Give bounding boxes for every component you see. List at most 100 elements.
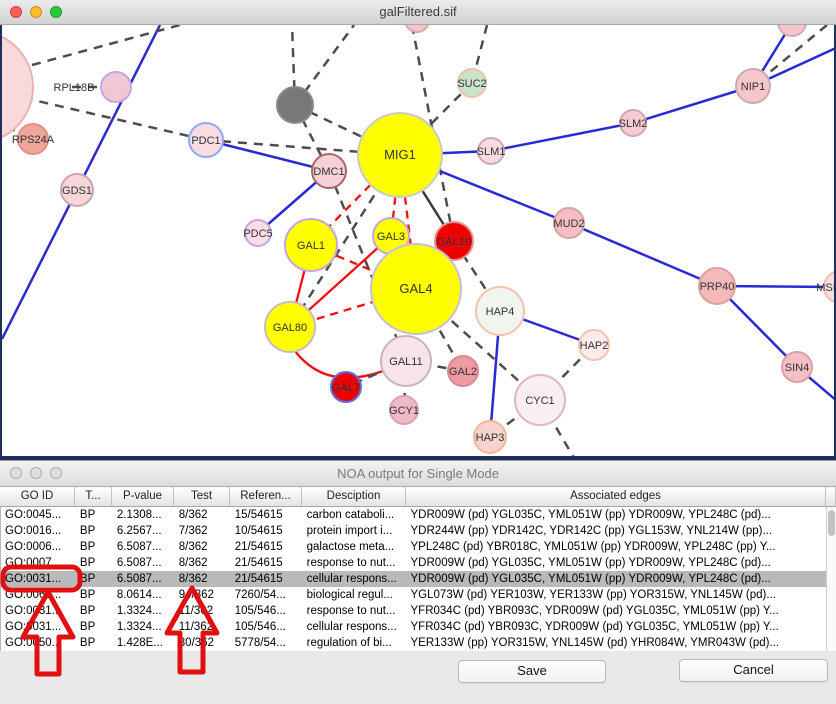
table-cell[interactable]: GO:0006... <box>1 539 76 555</box>
network-window-title: galFiltered.sif <box>0 4 836 19</box>
column-header-t[interactable]: T... <box>75 487 112 506</box>
table-cell[interactable]: galactose meta... <box>303 539 407 555</box>
table-row[interactable]: GO:0031...BP6.5087...8/36221/54615cellul… <box>1 571 826 587</box>
table-cell[interactable]: BP <box>76 571 113 587</box>
table-row[interactable]: GO:0006...BP6.5087...8/36221/54615galact… <box>1 539 826 555</box>
table-cell[interactable]: 105/546... <box>231 603 303 619</box>
scrollbar-thumb[interactable] <box>828 510 835 536</box>
node-label-prp40: PRP40 <box>700 281 735 293</box>
column-header-referen[interactable]: Referen... <box>230 487 302 506</box>
table-cell[interactable]: 80/362 <box>175 635 231 651</box>
table-cell[interactable]: 1.428E... <box>113 635 175 651</box>
table-cell[interactable]: 11/362 <box>175 619 231 635</box>
table-cell[interactable]: 7260/54... <box>231 587 303 603</box>
table-cell[interactable]: 105/546... <box>231 619 303 635</box>
table-cell[interactable]: GO:0007... <box>1 555 76 571</box>
table-cell[interactable]: BP <box>76 555 113 571</box>
table-cell[interactable]: 94/362 <box>175 587 231 603</box>
table-cell[interactable]: 11/362 <box>175 603 231 619</box>
table-row[interactable]: GO:0016...BP6.2567...7/36210/54615protei… <box>1 523 826 539</box>
table-cell[interactable]: response to nut... <box>303 603 407 619</box>
table-row[interactable]: GO:0065...BP8.0614...94/3627260/54...bio… <box>1 587 826 603</box>
table-cell[interactable]: GO:0065... <box>1 587 76 603</box>
table-cell[interactable]: 8/362 <box>175 555 231 571</box>
table-cell[interactable]: 8.0614... <box>113 587 175 603</box>
table-cell[interactable]: 1.3324... <box>113 619 175 635</box>
table-cell[interactable]: YDR244W (pp) YDR142C, YDR142C (pp) YGL15… <box>407 523 826 539</box>
table-row[interactable]: GO:0031...BP1.3324...11/362105/546...cel… <box>1 619 826 635</box>
network-node[interactable] <box>405 25 429 32</box>
column-header-go-id[interactable]: GO ID <box>0 487 75 506</box>
table-cell[interactable]: 5778/54... <box>231 635 303 651</box>
table-cell[interactable]: response to nut... <box>303 555 407 571</box>
table-cell[interactable]: 21/54615 <box>231 539 303 555</box>
table-cell[interactable]: GO:0031... <box>1 603 76 619</box>
table-cell[interactable]: YFR034C (pd) YBR093C, YDR009W (pd) YGL03… <box>407 619 826 635</box>
table-cell[interactable]: GO:0031... <box>1 571 76 587</box>
table-row[interactable]: GO:0050...BP1.428E...80/3625778/54...reg… <box>1 635 826 651</box>
table-row[interactable]: GO:0045...BP2.1308...8/36215/54615carbon… <box>1 507 826 523</box>
table-cell[interactable]: YDR009W (pd) YGL035C, YML051W (pp) YDR00… <box>407 555 826 571</box>
table-cell[interactable]: protein import i... <box>303 523 407 539</box>
table-cell[interactable]: GO:0045... <box>1 507 76 523</box>
table-cell[interactable]: GO:0031... <box>1 619 76 635</box>
table-cell[interactable]: YFR034C (pd) YBR093C, YDR009W (pd) YGL03… <box>407 603 826 619</box>
table-cell[interactable]: 6.5087... <box>113 571 175 587</box>
network-node[interactable] <box>277 87 313 123</box>
table-cell[interactable]: YER133W (pp) YOR315W, YNL145W (pd) YHR08… <box>407 635 826 651</box>
table-cell[interactable]: GO:0016... <box>1 523 76 539</box>
network-window: galFiltered.sif RPL18BRPS24AGDS1PDC1DMC1… <box>0 0 836 460</box>
save-button[interactable]: Save <box>458 660 606 683</box>
table-cell[interactable]: 6.2567... <box>113 523 175 539</box>
column-header-associated-edges[interactable]: Associated edges <box>406 487 826 506</box>
table-cell[interactable]: cellular respons... <box>303 619 407 635</box>
table-cell[interactable]: BP <box>76 587 113 603</box>
network-node[interactable] <box>778 25 806 36</box>
table-cell[interactable]: 1.3324... <box>113 603 175 619</box>
table-cell[interactable]: 15/54615 <box>231 507 303 523</box>
table-row[interactable]: GO:0007...BP6.5087...8/36221/54615respon… <box>1 555 826 571</box>
table-cell[interactable]: BP <box>76 603 113 619</box>
table-row[interactable]: GO:0031...BP1.3324...11/362105/546...res… <box>1 603 826 619</box>
table-cell[interactable]: YGL073W (pd) YER103W, YER133W (pp) YOR31… <box>407 587 826 603</box>
table-cell[interactable]: BP <box>76 507 113 523</box>
table-cell[interactable]: 21/54615 <box>231 555 303 571</box>
cancel-button[interactable]: Cancel <box>679 659 828 682</box>
column-header-p-value[interactable]: P-value <box>112 487 174 506</box>
node-label-hap3: HAP3 <box>476 432 505 444</box>
table-cell[interactable]: carbon cataboli... <box>303 507 407 523</box>
table-cell[interactable]: regulation of bi... <box>303 635 407 651</box>
vertical-scrollbar[interactable] <box>826 507 836 651</box>
noa-window-titlebar[interactable]: NOA output for Single Mode <box>0 461 836 487</box>
table-cell[interactable]: 8/362 <box>175 507 231 523</box>
table-cell[interactable]: 6.5087... <box>113 555 175 571</box>
table-cell[interactable]: GO:0050... <box>1 635 76 651</box>
table-cell[interactable]: BP <box>76 619 113 635</box>
node-label-gds1: GDS1 <box>62 185 92 197</box>
table-cell[interactable]: 2.1308... <box>113 507 175 523</box>
table-cell[interactable]: YDR009W (pd) YGL035C, YML051W (pp) YDR00… <box>407 571 826 587</box>
table-cell[interactable]: biological regul... <box>303 587 407 603</box>
table-cell[interactable]: 7/362 <box>175 523 231 539</box>
table-cell[interactable]: YPL248C (pd) YBR018C, YML051W (pp) YDR00… <box>407 539 826 555</box>
column-header-desciption[interactable]: Desciption <box>302 487 406 506</box>
column-header-test[interactable]: Test <box>174 487 230 506</box>
table-cell[interactable]: 8/362 <box>175 571 231 587</box>
table-cell[interactable]: 6.5087... <box>113 539 175 555</box>
table-cell[interactable]: 10/54615 <box>231 523 303 539</box>
table-cell[interactable]: cellular respons... <box>303 571 407 587</box>
network-edge <box>491 123 633 151</box>
table-cell[interactable]: 8/362 <box>175 539 231 555</box>
table-body[interactable]: GO:0045...BP2.1308...8/36215/54615carbon… <box>0 507 826 651</box>
node-label-gal3: GAL3 <box>377 231 405 243</box>
table-cell[interactable]: BP <box>76 539 113 555</box>
table-header: GO IDT...P-valueTestReferen...Desciption… <box>0 487 836 507</box>
network-node-rpl18b[interactable] <box>101 72 131 102</box>
table-cell[interactable]: BP <box>76 635 113 651</box>
node-label-cyc1: CYC1 <box>525 395 554 407</box>
table-cell[interactable]: YDR009W (pd) YGL035C, YML051W (pp) YDR00… <box>407 507 826 523</box>
network-window-titlebar[interactable]: galFiltered.sif <box>0 0 836 25</box>
table-cell[interactable]: BP <box>76 523 113 539</box>
table-cell[interactable]: 21/54615 <box>231 571 303 587</box>
network-canvas[interactable]: RPL18BRPS24AGDS1PDC1DMC1MIG1SUC2SLM1SLM2… <box>0 25 836 460</box>
